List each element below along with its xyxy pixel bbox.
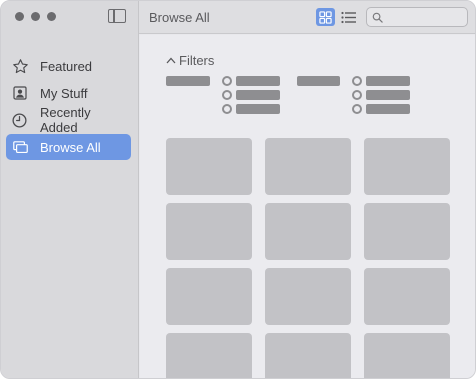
filter-option-label	[366, 90, 410, 100]
filter-option[interactable]	[352, 90, 410, 100]
filters-toggle[interactable]: Filters	[166, 53, 214, 68]
radio-button[interactable]	[352, 104, 362, 114]
person-icon	[11, 84, 29, 102]
filter-option-label	[236, 76, 280, 86]
clock-icon	[11, 111, 29, 129]
filters-title: Filters	[179, 53, 215, 68]
filter-option-label	[366, 76, 410, 86]
radio-button[interactable]	[352, 90, 362, 100]
grid-item-thumbnail[interactable]	[166, 203, 252, 260]
grid-item-thumbnail[interactable]	[364, 203, 450, 260]
search-icon	[372, 12, 383, 23]
search-input[interactable]	[387, 11, 467, 23]
radio-button[interactable]	[222, 104, 232, 114]
filter-option-label	[236, 104, 280, 114]
filter-option[interactable]	[222, 76, 280, 86]
list-icon	[340, 11, 356, 23]
search-field[interactable]	[366, 7, 468, 27]
minimize-window-button[interactable]	[31, 12, 40, 21]
filter-option[interactable]	[352, 76, 410, 86]
grid-item-thumbnail[interactable]	[265, 203, 351, 260]
sidebar-toggle-icon[interactable]	[108, 9, 126, 23]
sidebar-nav: Featured My Stuff Recently Added Browse …	[6, 53, 131, 161]
sidebar-item-label: Recently Added	[39, 105, 91, 135]
filter-option-label	[236, 90, 280, 100]
filter-group-label	[166, 76, 210, 86]
filter-option[interactable]	[352, 104, 410, 114]
chevron-up-icon	[166, 57, 176, 64]
grid-item-thumbnail[interactable]	[364, 333, 450, 378]
zoom-window-button[interactable]	[47, 12, 56, 21]
sidebar-item-label: Featured	[40, 58, 93, 74]
grid-item-thumbnail[interactable]	[265, 333, 351, 378]
star-icon	[11, 57, 29, 75]
sidebar: Featured My Stuff Recently Added Browse …	[1, 1, 139, 378]
grid-item-thumbnail[interactable]	[364, 268, 450, 325]
sidebar-item-label: Browse All	[40, 139, 101, 155]
toolbar: Browse All	[139, 1, 475, 34]
grid-item-thumbnail[interactable]	[166, 333, 252, 378]
close-window-button[interactable]	[15, 12, 24, 21]
filter-option-label	[366, 104, 410, 114]
radio-button[interactable]	[222, 90, 232, 100]
toolbar-title: Browse All	[149, 10, 210, 25]
filter-option[interactable]	[222, 90, 280, 100]
sidebar-item-browse-all[interactable]: Browse All	[6, 134, 131, 160]
sidebar-item-recently-added[interactable]: Recently Added	[6, 105, 131, 135]
filter-option[interactable]	[222, 104, 280, 114]
grid-item-thumbnail[interactable]	[364, 138, 450, 195]
grid-item-thumbnail[interactable]	[265, 138, 351, 195]
grid-item-thumbnail[interactable]	[166, 138, 252, 195]
radio-button[interactable]	[222, 76, 232, 86]
list-view-button[interactable]	[339, 8, 357, 26]
sidebar-item-featured[interactable]: Featured	[6, 53, 131, 79]
grid-item-thumbnail[interactable]	[166, 268, 252, 325]
sidebar-item-label: My Stuff	[40, 85, 88, 101]
filter-group-label	[297, 76, 340, 86]
grid-icon	[319, 10, 332, 24]
app-window: Featured My Stuff Recently Added Browse …	[0, 0, 476, 379]
browse-icon	[11, 138, 29, 156]
sidebar-item-my-stuff[interactable]: My Stuff	[6, 80, 131, 106]
grid-view-button[interactable]	[316, 8, 335, 26]
main-content: Filters	[140, 35, 475, 378]
window-controls	[15, 12, 56, 21]
radio-button[interactable]	[352, 76, 362, 86]
grid-item-thumbnail[interactable]	[265, 268, 351, 325]
